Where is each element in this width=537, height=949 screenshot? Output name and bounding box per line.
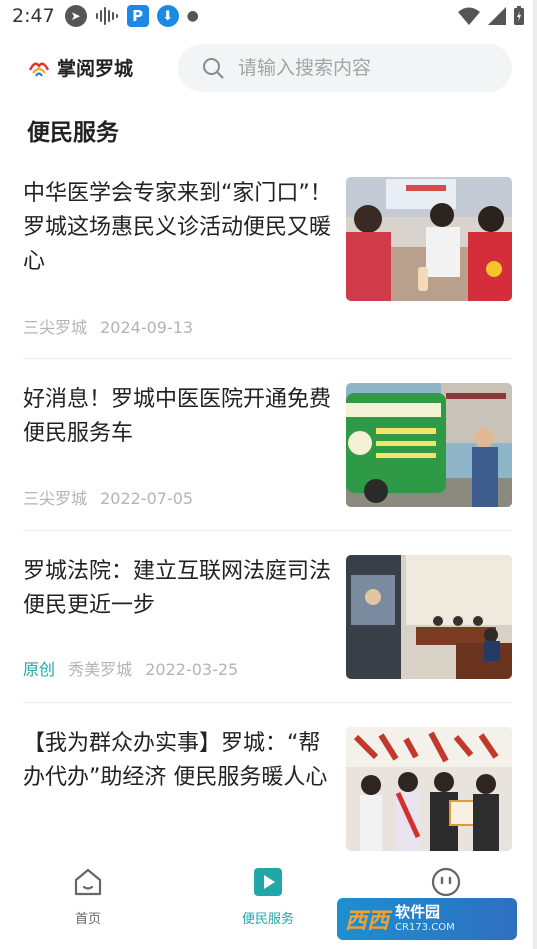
smile-icon [431,867,461,897]
app-title: 掌阅罗城 [57,58,134,80]
article-thumbnail[interactable] [346,177,512,301]
wifi-icon [458,7,480,25]
article-item[interactable]: 【我为群众办实事】罗城：“帮办代办”助经济 便民服务暖人心 [23,727,512,855]
article-thumbnail[interactable] [346,727,512,851]
article-date: 2024-09-13 [100,318,194,337]
page-title: 便民服务 [27,120,119,146]
search-bar[interactable] [178,44,512,92]
article-item[interactable]: 罗城法院：建立互联网法庭司法便民更近一步 原创 秀美罗城 2022-03-25 [23,555,512,683]
scrollbar-track [533,0,537,949]
battery-icon [514,6,524,25]
divider [23,530,512,531]
search-icon [203,58,224,79]
status-right [457,6,525,26]
watermark-sub: CR173.COM [395,922,455,933]
status-bar: 2:47 ➤ P ⬇ ● [0,0,537,32]
nav-item-service[interactable]: 便民服务 [218,866,318,927]
watermark-brand: 西西 [345,909,390,934]
nav-item-home[interactable]: 首页 [38,866,138,927]
article-thumbnail[interactable] [346,383,512,507]
divider [23,358,512,359]
app-logo-icon [28,62,50,77]
article-item[interactable]: 好消息！罗城中医医院开通免费便民服务车 三尖罗城 2022-07-05 [23,383,512,511]
app-header: 掌阅罗城 [0,40,537,96]
watermark-text: 软件园 CR173.COM [395,905,455,933]
article-source: 三尖罗城 [23,489,88,508]
article-source: 三尖罗城 [23,318,88,337]
article-thumbnail[interactable] [346,555,512,679]
article-source: 秀美罗城 [68,660,133,679]
search-input[interactable] [238,57,498,79]
sound-wave-icon [95,6,119,26]
article-date: 2022-03-25 [145,660,239,679]
article-title[interactable]: 【我为群众办实事】罗城：“帮办代办”助经济 便民服务暖人心 [23,727,333,795]
p-app-icon: P [126,5,149,27]
home-icon [74,868,102,896]
article-meta: 原创 秀美罗城 2022-03-25 [23,656,246,680]
signal-icon [488,7,506,25]
nav-label: 便民服务 [241,912,294,927]
article-title[interactable]: 好消息！罗城中医医院开通免费便民服务车 [23,383,333,451]
article-meta: 三尖罗城 2024-09-13 [23,314,201,338]
download-icon: ⬇ [156,5,179,27]
watermark-main: 软件园 [395,903,441,921]
article-date: 2022-07-05 [100,489,194,508]
divider [23,702,512,703]
notification-dot-icon: ● [186,8,199,24]
original-tag: 原创 [23,660,56,679]
status-time: 2:47 [12,5,55,27]
watermark-logo: 西西 软件园 CR173.COM [337,898,517,940]
article-meta: 三尖罗城 2022-07-05 [23,485,201,509]
article-title[interactable]: 中华医学会专家来到“家门口”！罗城这场惠民义诊活动便民又暖心 [23,177,333,279]
article-item[interactable]: 中华医学会专家来到“家门口”！罗城这场惠民义诊活动便民又暖心 三尖罗城 2024… [23,177,512,337]
nav-label: 首页 [74,912,101,927]
article-title[interactable]: 罗城法院：建立互联网法庭司法便民更近一步 [23,555,333,623]
play-icon [254,868,282,896]
telegram-icon: ➤ [64,5,87,27]
